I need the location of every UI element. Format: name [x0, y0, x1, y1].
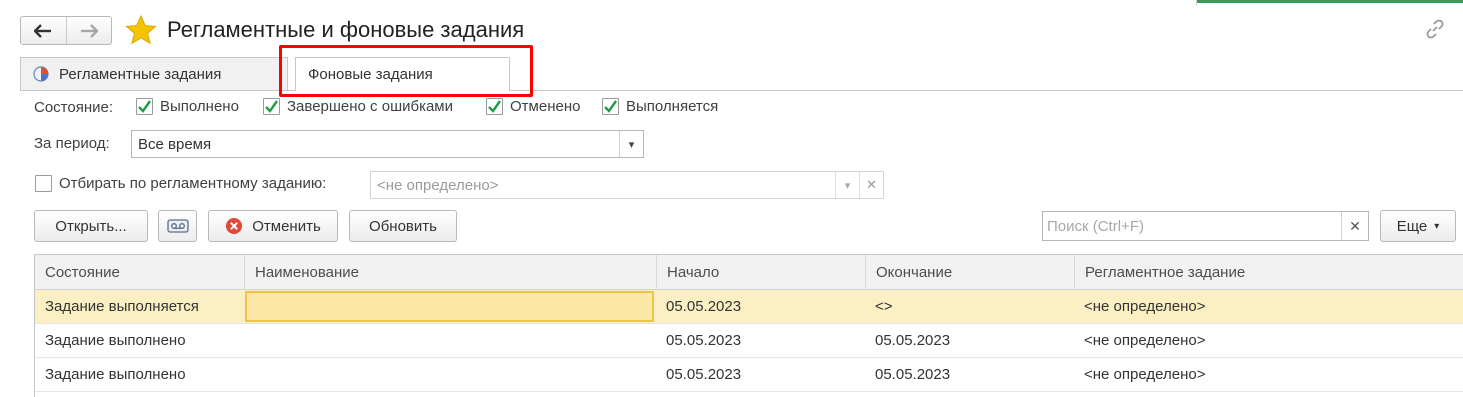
check-icon	[488, 100, 501, 113]
annotation-highlight-box	[279, 45, 533, 97]
cell-start: 05.05.2023	[666, 366, 742, 383]
checkbox-unchecked[interactable]	[35, 175, 52, 192]
state-error-option[interactable]: Завершено с ошибками	[263, 98, 453, 115]
checkbox-label: Выполнено	[160, 98, 239, 115]
arrow-left-icon	[34, 23, 52, 38]
check-icon	[138, 100, 151, 113]
cell-scheduled-job: <не определено>	[1084, 298, 1206, 315]
column-header-start[interactable]: Начало	[656, 255, 865, 290]
column-header-scheduled-job[interactable]: Регламентное задание	[1074, 255, 1463, 290]
state-filter-label: Состояние:	[34, 99, 114, 116]
refresh-button[interactable]: Обновить	[349, 210, 457, 242]
check-icon	[604, 100, 617, 113]
cell-start: 05.05.2023	[666, 332, 742, 349]
close-icon: ✕	[1349, 217, 1361, 234]
cell-name	[244, 358, 254, 392]
chevron-down-icon: ▾	[1434, 220, 1440, 232]
state-running-option[interactable]: Выполняется	[602, 98, 718, 115]
cassette-icon	[166, 219, 189, 233]
dropdown-button[interactable]: ▾	[619, 131, 643, 157]
state-cancelled-option[interactable]: Отменено	[486, 98, 580, 115]
checkbox-label: Отменено	[510, 98, 581, 115]
star-icon[interactable]	[125, 14, 157, 46]
column-header-state[interactable]: Состояние	[35, 255, 244, 290]
column-header-name[interactable]: Наименование	[244, 255, 656, 290]
arrow-right-icon	[80, 23, 98, 38]
cell-state: Задание выполнено	[45, 366, 186, 383]
search-field[interactable]: ✕	[1042, 211, 1369, 241]
back-button[interactable]	[21, 17, 66, 44]
page-title: Регламентные и фоновые задания	[167, 17, 525, 42]
table-row[interactable]: Задание выполняется 05.05.2023 <> <не оп…	[35, 290, 1463, 324]
chevron-down-icon: ▾	[844, 179, 851, 192]
chevron-down-icon: ▾	[628, 138, 635, 151]
forward-button[interactable]	[65, 17, 111, 44]
period-value: Все время	[138, 135, 212, 153]
search-input[interactable]	[1043, 212, 1341, 240]
button-label: Еще	[1396, 217, 1428, 235]
cancel-job-button[interactable]: Отменить	[208, 210, 338, 242]
jobs-table: Состояние Наименование Начало Окончание …	[34, 254, 1463, 397]
tab-label: Регламентные задания	[59, 65, 222, 83]
open-button[interactable]: Открыть...	[34, 210, 148, 242]
cell-name	[244, 324, 254, 358]
more-button[interactable]: Еще ▾	[1380, 210, 1456, 242]
cancel-icon	[226, 218, 243, 234]
scheduled-job-select[interactable]: <не определено> ▾ ✕	[370, 171, 884, 199]
period-select[interactable]: Все время ▾	[131, 130, 644, 158]
window-divider	[1196, 0, 1197, 6]
tab-scheduled-jobs[interactable]: Регламентные задания	[20, 57, 288, 90]
focused-cell[interactable]	[245, 291, 654, 322]
link-icon[interactable]	[1424, 18, 1446, 40]
scheduled-job-value: <не определено>	[377, 176, 499, 194]
clear-button[interactable]: ✕	[859, 172, 883, 198]
cell-end: <>	[875, 298, 893, 315]
column-header-end[interactable]: Окончание	[865, 255, 1074, 290]
clock-icon	[33, 66, 49, 82]
table-header: Состояние Наименование Начало Окончание …	[35, 255, 1463, 290]
cell-state: Задание выполняется	[45, 298, 199, 315]
tab-bar-divider	[20, 90, 1463, 91]
cell-start: 05.05.2023	[666, 298, 742, 315]
checkbox-checked[interactable]	[602, 98, 619, 115]
cell-scheduled-job: <не определено>	[1084, 366, 1206, 383]
checkbox-label: Выполняется	[626, 98, 719, 115]
tape-button[interactable]	[158, 210, 197, 242]
button-label: Отменить	[252, 217, 321, 235]
navigation-buttons	[20, 16, 112, 45]
cell-end: 05.05.2023	[875, 332, 951, 349]
search-clear-button[interactable]: ✕	[1341, 212, 1368, 240]
checkbox-label: Завершено с ошибками	[287, 98, 453, 115]
checkbox-checked[interactable]	[263, 98, 280, 115]
cell-scheduled-job: <не определено>	[1084, 332, 1206, 349]
state-done-option[interactable]: Выполнено	[136, 98, 239, 115]
check-icon	[265, 100, 278, 113]
checkbox-checked[interactable]	[486, 98, 503, 115]
table-row[interactable]: Задание выполнено 05.05.2023 05.05.2023 …	[35, 324, 1463, 358]
cell-end: 05.05.2023	[875, 366, 951, 383]
dropdown-button[interactable]: ▾	[835, 172, 859, 198]
window-accent-strip	[1197, 0, 1463, 3]
cell-state: Задание выполнено	[45, 332, 186, 349]
period-label: За период:	[34, 135, 110, 152]
close-icon: ✕	[866, 177, 877, 192]
checkbox-label: Отбирать по регламентному заданию:	[59, 175, 327, 192]
scheduled-filter-option[interactable]: Отбирать по регламентному заданию:	[35, 175, 326, 192]
table-row[interactable]: Задание выполнено 05.05.2023 05.05.2023 …	[35, 358, 1463, 392]
checkbox-checked[interactable]	[136, 98, 153, 115]
